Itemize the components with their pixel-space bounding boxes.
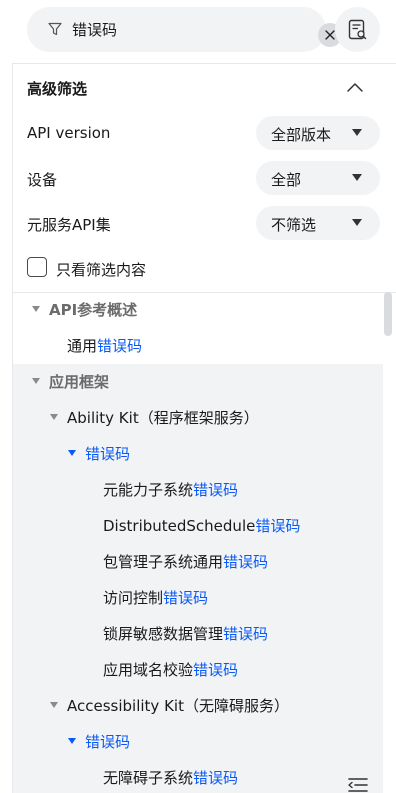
tree-selected-background [13, 364, 383, 793]
search-box[interactable]: 错误码 [27, 7, 342, 52]
tree-leaf-label: 应用域名校验 [103, 661, 194, 679]
tree-leaf-label: DistributedSchedule [103, 517, 256, 535]
chevron-up-icon[interactable] [346, 80, 364, 94]
triangle-down-icon [68, 738, 76, 744]
search-row: 错误码 [0, 0, 396, 62]
scrollbar[interactable] [384, 292, 392, 336]
triangle-down-icon [32, 378, 40, 384]
atomic-service-select[interactable]: 不筛选 [256, 206, 380, 240]
tree-node-error-code[interactable]: 错误码 [68, 444, 130, 464]
tree-leaf[interactable]: 访问控制错误码 [103, 588, 208, 608]
tree-node-general-error-code[interactable]: 通用错误码 [67, 336, 142, 356]
triangle-down-icon [32, 306, 40, 312]
close-icon [325, 30, 335, 40]
tree-leaf[interactable]: 无障碍子系统错误码 [103, 768, 238, 788]
tree-leaf[interactable]: 元能力子系统错误码 [103, 480, 238, 500]
highlight-text: 错误码 [223, 625, 269, 643]
highlight-text: 错误码 [97, 337, 143, 355]
highlight-text: 错误码 [193, 481, 239, 499]
filter-icon [48, 22, 62, 36]
highlight-text: 错误码 [193, 769, 239, 787]
only-filtered-label: 只看筛选内容 [56, 261, 147, 279]
tree-node-accessibility-kit[interactable]: Accessibility Kit（无障碍服务） [50, 696, 289, 716]
tree-leaf-label: 锁屏敏感数据管理 [103, 625, 224, 643]
tree-node-ability-kit[interactable]: Ability Kit（程序框架服务） [50, 408, 259, 428]
advanced-filter-title: 高级筛选 [27, 80, 88, 98]
api-version-value: 全部版本 [271, 126, 332, 144]
triangle-down-icon [50, 414, 58, 420]
tree-node-label: 错误码 [85, 733, 131, 751]
triangle-down-icon [50, 702, 58, 708]
filter-label-api-version: API version [27, 124, 111, 142]
tree-leaf[interactable]: 锁屏敏感数据管理错误码 [103, 624, 268, 644]
caret-down-icon [352, 219, 362, 226]
tree-node-label: 通用 [67, 337, 98, 355]
triangle-down-icon [68, 450, 76, 456]
tree-leaf[interactable]: DistributedSchedule错误码 [103, 516, 300, 536]
device-value: 全部 [271, 171, 302, 189]
tree-node-error-code[interactable]: 错误码 [68, 732, 130, 752]
api-version-select[interactable]: 全部版本 [256, 116, 380, 150]
tree-leaf-label: 无障碍子系统 [103, 769, 194, 787]
tree-leaf-label: 元能力子系统 [103, 481, 194, 499]
caret-down-icon [352, 174, 362, 181]
filter-label-atomic-service: 元服务API集 [27, 216, 111, 234]
tree-node-label: 应用框架 [49, 373, 110, 391]
collapse-sidebar-icon[interactable] [346, 776, 370, 793]
caret-down-icon [352, 129, 362, 136]
tree-node-label: Accessibility Kit（无障碍服务） [67, 697, 289, 715]
tree-node-label: 错误码 [85, 445, 131, 463]
atomic-service-value: 不筛选 [271, 216, 317, 234]
only-filtered-checkbox[interactable] [27, 257, 47, 277]
tree-leaf[interactable]: 包管理子系统通用错误码 [103, 552, 268, 572]
tree-leaf-label: 包管理子系统通用 [103, 553, 224, 571]
highlight-text: 错误码 [193, 661, 239, 679]
divider [13, 292, 396, 293]
device-select[interactable]: 全部 [256, 161, 380, 195]
search-query[interactable]: 错误码 [72, 19, 117, 40]
highlight-text: 错误码 [255, 517, 301, 535]
tree-node-api-reference[interactable]: API参考概述 [32, 300, 137, 320]
tree-node-label: Ability Kit（程序框架服务） [67, 409, 259, 427]
document-search-button[interactable] [335, 7, 380, 52]
tree-leaf-label: 访问控制 [103, 589, 164, 607]
highlight-text: 错误码 [163, 589, 209, 607]
tree-node-app-framework[interactable]: 应用框架 [32, 372, 109, 392]
filter-label-device: 设备 [27, 171, 58, 189]
tree-node-label: API参考概述 [49, 301, 138, 319]
tree-leaf[interactable]: 应用域名校验错误码 [103, 660, 238, 680]
document-search-icon [348, 19, 366, 39]
highlight-text: 错误码 [223, 553, 269, 571]
